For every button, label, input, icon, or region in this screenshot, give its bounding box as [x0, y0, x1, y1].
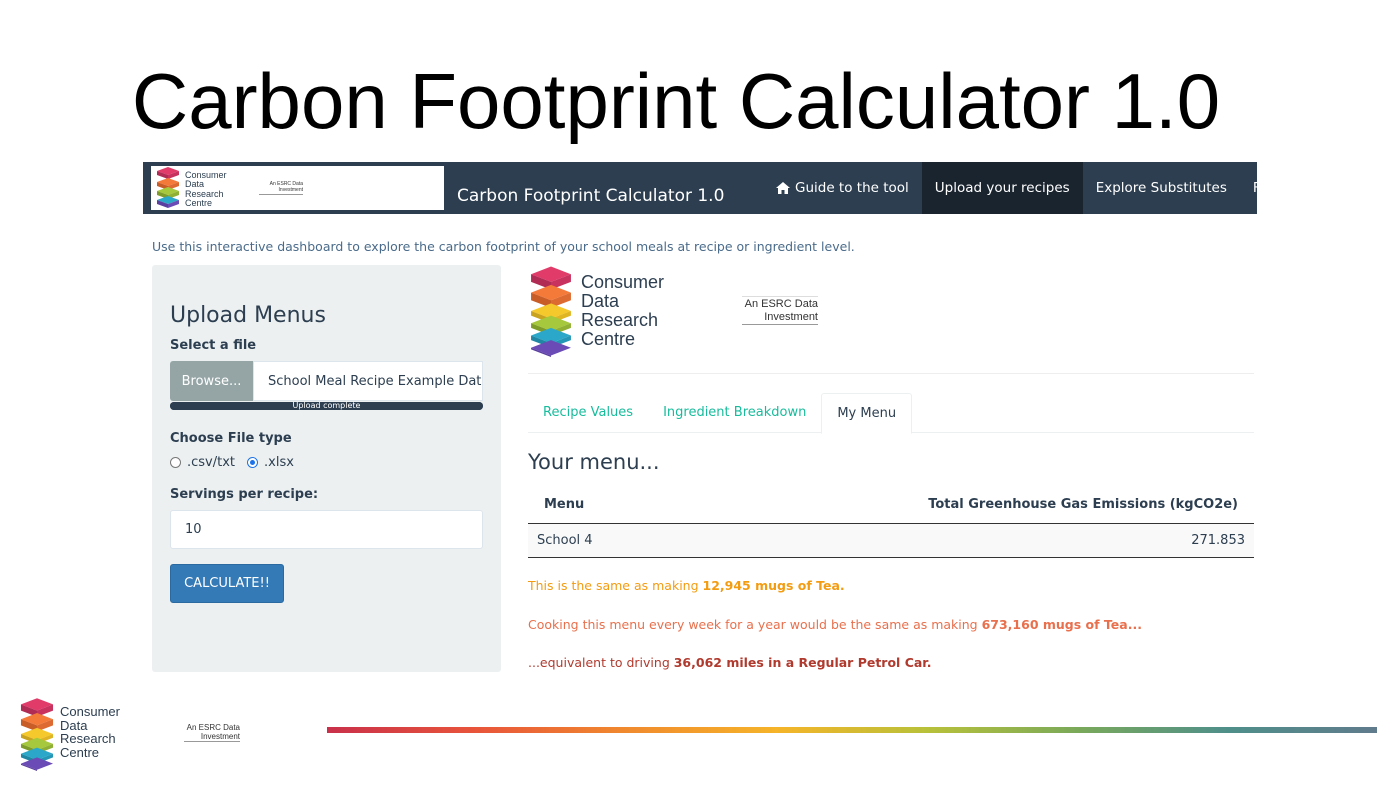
nav-item-label: Explore Substitutes	[1095, 180, 1227, 196]
footer-esrc-text: An ESRC Data Investment	[184, 723, 240, 743]
nav-item-label: Guide to the tool	[795, 180, 909, 196]
table-header-row: Menu Total Greenhouse Gas Emissions (kgC…	[528, 486, 1254, 524]
cdrc-logo-icon	[531, 266, 571, 357]
upload-sidebar: Upload Menus Select a file Browse... Sch…	[152, 265, 501, 672]
file-label: Select a file	[170, 338, 257, 353]
file-type-radio-group: .csv/txt .xlsx	[170, 455, 306, 470]
upload-progress-text: Upload complete	[292, 401, 361, 410]
results-tabs: Recipe Values Ingredient Breakdown My Me…	[528, 393, 1254, 434]
table-cell-menu: School 4	[528, 523, 649, 558]
navbar-menu: Guide to the tool Upload your recipes Ex…	[762, 162, 1397, 214]
tab-recipe-values[interactable]: Recipe Values	[528, 393, 648, 433]
table-cell-emissions: 271.853	[648, 523, 1254, 558]
navbar: Consumer Data Research Centre An ESRC Data I…	[143, 162, 1384, 214]
result-tea-mugs: This is the same as making 12,945 mugs o…	[528, 578, 845, 593]
nav-item-substitutes[interactable]: Explore Substitutes	[1083, 162, 1240, 214]
tab-ingredient-breakdown[interactable]: Ingredient Breakdown	[648, 393, 821, 433]
navbar-logo-text: Consumer Data Research Centre	[185, 170, 227, 209]
calculate-button[interactable]: CALCULATE!!	[170, 564, 284, 603]
main-esrc-text: An ESRC Data Investment	[742, 296, 818, 326]
main-logo-text: Consumer Data Research Centre	[581, 272, 665, 349]
csv-radio[interactable]	[170, 457, 181, 468]
file-name-field[interactable]: School Meal Recipe Example Data.	[253, 361, 483, 401]
navbar-brand[interactable]: Carbon Footprint Calculator 1.0	[457, 162, 724, 214]
sidebar-title: Upload Menus	[170, 303, 326, 328]
cdrc-logo-icon	[157, 167, 179, 208]
result-text: Cooking this menu every week for a year …	[528, 617, 982, 632]
divider	[528, 373, 1254, 374]
tab-my-menu[interactable]: My Menu	[821, 393, 913, 434]
table-row: School 4 271.853	[528, 523, 1254, 558]
slide-title: Carbon Footprint Calculator 1.0	[131, 57, 1221, 145]
navbar-logo[interactable]: Consumer Data Research Centre An ESRC Data I…	[151, 166, 444, 210]
cdrc-logo-icon	[20, 698, 54, 771]
column-header-menu[interactable]: Menu	[528, 486, 649, 524]
file-input-group: Browse... School Meal Recipe Example Dat…	[170, 361, 483, 401]
navbar-esrc-text: An ESRC Data Investment	[259, 181, 303, 195]
nav-item-upload[interactable]: Upload your recipes	[921, 162, 1083, 214]
result-value: 673,160 mugs of Tea...	[981, 617, 1142, 632]
footer-logo-text: Consumer Data Research Centre	[60, 704, 120, 760]
column-header-emissions[interactable]: Total Greenhouse Gas Emissions (kgCO2e)	[648, 486, 1254, 524]
home-icon	[776, 182, 790, 194]
nav-item-further-info[interactable]: Further Information	[1240, 162, 1397, 214]
xlsx-radio-label[interactable]: .xlsx	[264, 455, 294, 470]
menu-table: Menu Total Greenhouse Gas Emissions (kgC…	[528, 486, 1254, 558]
xlsx-radio[interactable]	[247, 457, 259, 468]
main-logo: Consumer Data Research Centre An ESRC Data I…	[528, 265, 828, 357]
result-yearly-tea: Cooking this menu every week for a year …	[528, 617, 1142, 632]
result-text: ...equivalent to driving	[528, 655, 674, 670]
footer-logo: Consumer Data Research Centre An ESRC Data I…	[14, 695, 250, 771]
nav-item-label: Further Information	[1252, 180, 1385, 196]
nav-item-label: Upload your recipes	[934, 180, 1070, 196]
servings-input[interactable]: 10	[170, 510, 483, 549]
result-driving: ...equivalent to driving 36,062 miles in…	[528, 655, 931, 670]
menu-heading: Your menu...	[528, 450, 660, 474]
result-value: 36,062 miles in a Regular Petrol Car.	[673, 655, 932, 670]
upload-progress-bar: Upload complete	[170, 401, 483, 410]
file-type-label: Choose File type	[170, 431, 292, 446]
result-value: 12,945 mugs of Tea.	[702, 578, 845, 593]
intro-text: Use this interactive dashboard to explor…	[152, 239, 855, 254]
csv-radio-label[interactable]: .csv/txt	[187, 455, 235, 470]
footer-gradient-bar	[327, 727, 1377, 733]
result-text: This is the same as making	[528, 578, 703, 593]
nav-item-guide[interactable]: Guide to the tool	[762, 162, 922, 214]
servings-label: Servings per recipe:	[170, 487, 319, 502]
browse-button[interactable]: Browse...	[170, 361, 253, 401]
